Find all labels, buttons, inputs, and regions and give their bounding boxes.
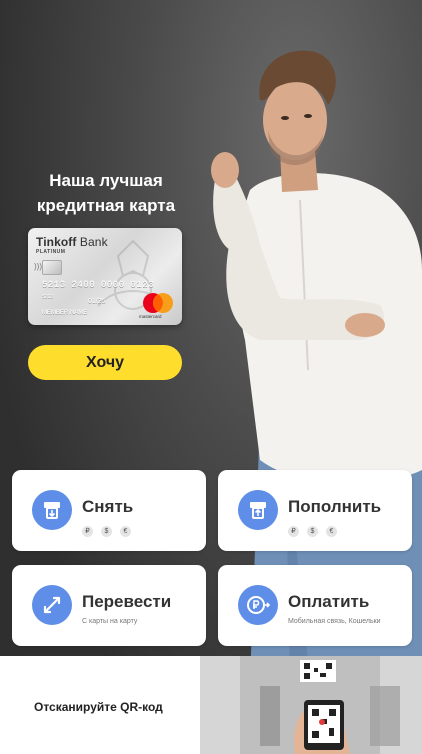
pay-title: Оплатить [288,592,370,611]
currency-eur-icon: € [120,526,131,537]
atm-main-screen: Наша лучшая кредитная карта Tinkoff Bank… [0,0,422,754]
card-brand-name: Tinkoff [36,235,77,249]
ruble-payment-icon [238,585,278,625]
deposit-currencies: ₽ $ € [288,520,345,538]
card-chip-icon [42,260,62,275]
want-card-button[interactable]: Хочу [28,345,182,380]
card-small-number: 5213 [42,294,54,300]
qr-scan-label: Отсканируйте QR-код [34,700,163,714]
pay-tile[interactable]: Оплатить Мобильная связь, Кошельки [218,565,412,646]
transfer-subtitle: С карты на карту [82,618,138,625]
card-tier: PLATINUM [36,249,66,255]
transfer-arrows-icon [32,585,72,625]
transfer-title: Перевести [82,592,172,611]
pay-subtitle: Мобильная связь, Кошельки [288,618,381,625]
card-expiry: 01/25 [88,298,106,305]
qr-scan-banner[interactable]: Отсканируйте QR-код [0,656,422,754]
transfer-tile[interactable]: Перевести С карты на карту [12,565,206,646]
promo-title-line1: Наша лучшая [49,171,163,190]
currency-rub-icon: ₽ [82,526,93,537]
deposit-tile[interactable]: Пополнить ₽ $ € [218,470,412,551]
currency-eur-icon: € [326,526,337,537]
card-brand: Tinkoff Bank [36,235,108,249]
withdraw-currencies: ₽ $ € [82,520,139,538]
currency-usd-icon: $ [307,526,318,537]
card-holder: MEMBER NAME [42,310,88,316]
card-network-label: mastercard [139,314,162,319]
promo-title: Наша лучшая кредитная карта [22,168,190,218]
atm-deposit-icon [238,490,278,530]
qr-atm-illustration [200,656,422,754]
currency-usd-icon: $ [101,526,112,537]
card-number: 5213 2400 0000 0123 [42,280,155,290]
card-brand-suffix: Bank [79,235,108,249]
deposit-title: Пополнить [288,497,382,516]
withdraw-title: Снять [82,497,134,516]
credit-card-image: Tinkoff Bank PLATINUM ))) 5213 2400 0000… [28,228,182,325]
promo-title-line2: кредитная карта [36,196,176,215]
currency-rub-icon: ₽ [288,526,299,537]
contactless-icon: ))) [34,262,42,271]
atm-withdraw-icon [32,490,72,530]
withdraw-tile[interactable]: Снять ₽ $ € [12,470,206,551]
